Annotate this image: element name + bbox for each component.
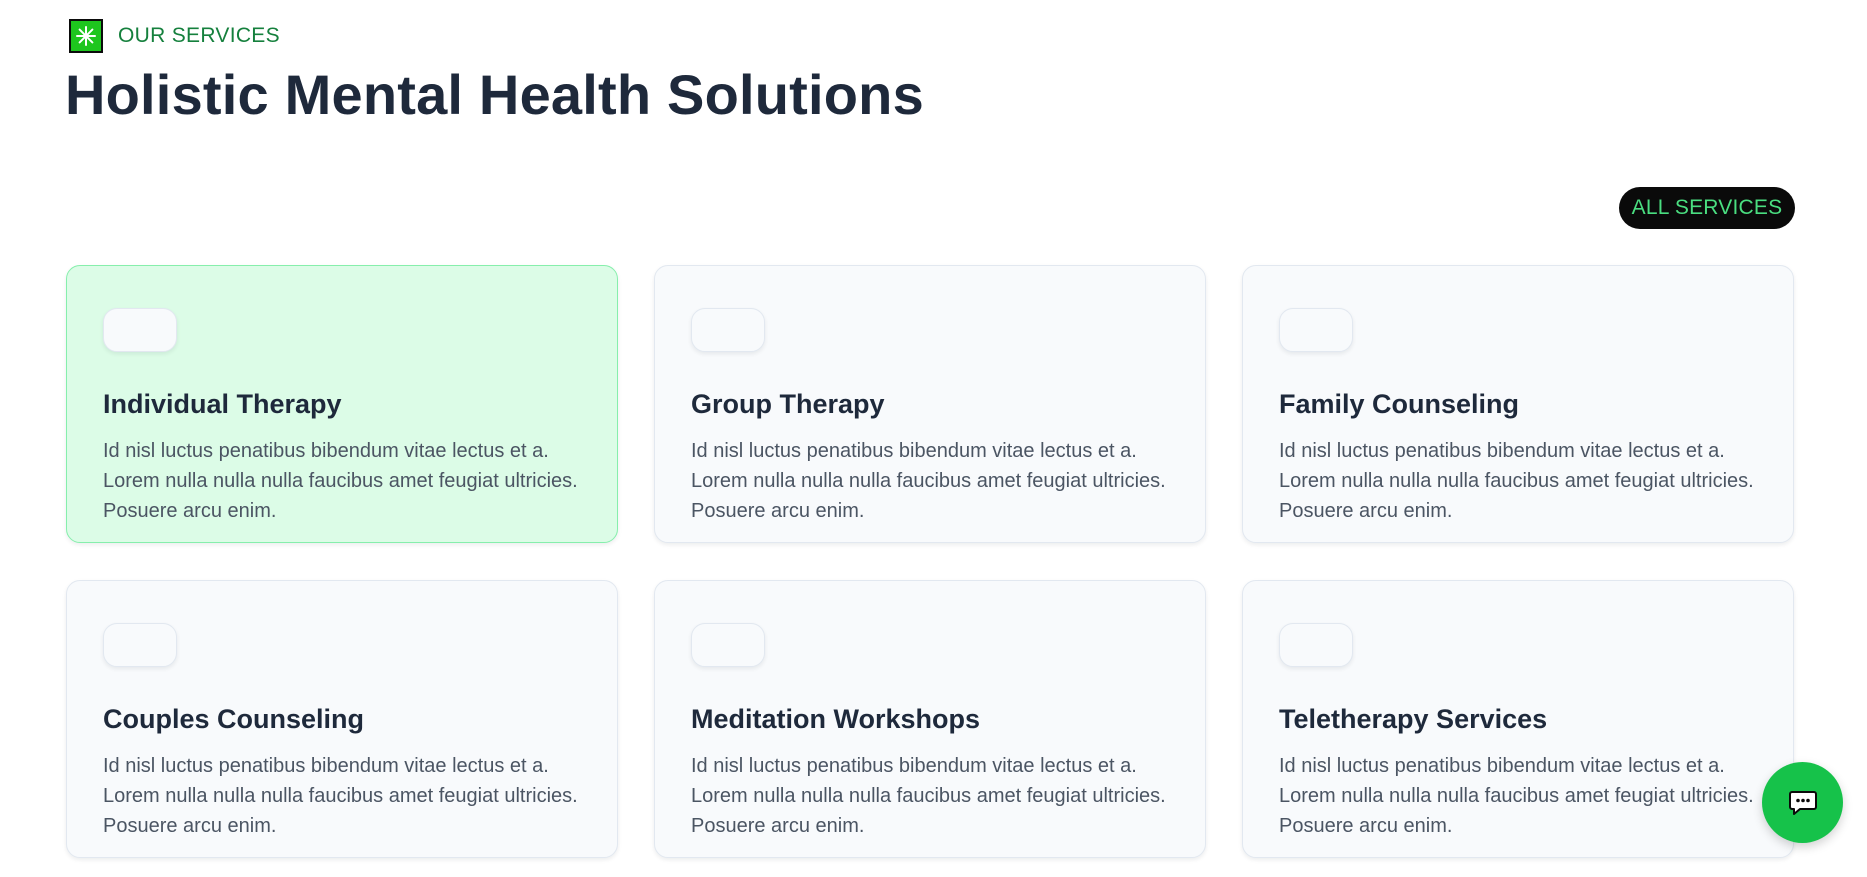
eyebrow-label: OUR SERVICES [118, 24, 280, 47]
service-card-meditation-workshops[interactable]: Meditation Workshops Id nisl luctus pena… [654, 580, 1206, 858]
service-card-teletherapy-services[interactable]: Teletherapy Services Id nisl luctus pena… [1242, 580, 1794, 858]
asterisk-icon [103, 623, 177, 667]
services-grid: Individual Therapy Id nisl luctus penati… [66, 265, 1794, 858]
section-eyebrow: OUR SERVICES [69, 19, 280, 53]
service-title: Couples Counseling [103, 704, 365, 734]
asterisk-icon [691, 623, 765, 667]
asterisk-icon [103, 308, 177, 352]
all-services-button[interactable]: ALL SERVICES [1619, 187, 1795, 229]
chat-bubble-icon [1788, 790, 1817, 815]
asterisk-icon [69, 19, 103, 53]
asterisk-icon [1279, 623, 1353, 667]
service-description: Id nisl luctus penatibus bibendum vitae … [103, 440, 578, 522]
asterisk-icon [691, 308, 765, 352]
service-title: Family Counseling [1279, 389, 1520, 419]
service-title: Individual Therapy [103, 389, 342, 419]
service-description: Id nisl luctus penatibus bibendum vitae … [691, 440, 1166, 522]
service-description: Id nisl luctus penatibus bibendum vitae … [103, 755, 578, 837]
chat-widget-button[interactable] [1762, 762, 1843, 843]
asterisk-icon [1279, 308, 1353, 352]
service-description: Id nisl luctus penatibus bibendum vitae … [1279, 440, 1754, 522]
service-description: Id nisl luctus penatibus bibendum vitae … [1279, 755, 1754, 837]
service-card-couples-counseling[interactable]: Couples Counseling Id nisl luctus penati… [66, 580, 618, 858]
service-title: Group Therapy [691, 389, 885, 419]
service-title: Teletherapy Services [1279, 704, 1548, 734]
service-card-group-therapy[interactable]: Group Therapy Id nisl luctus penatibus b… [654, 265, 1206, 543]
services-section: OUR SERVICES Holistic Mental Health Solu… [0, 0, 1867, 877]
service-card-individual-therapy[interactable]: Individual Therapy Id nisl luctus penati… [66, 265, 618, 543]
page-title: Holistic Mental Health Solutions [65, 63, 924, 126]
service-description: Id nisl luctus penatibus bibendum vitae … [691, 755, 1166, 837]
service-title: Meditation Workshops [691, 704, 981, 734]
service-card-family-counseling[interactable]: Family Counseling Id nisl luctus penatib… [1242, 265, 1794, 543]
